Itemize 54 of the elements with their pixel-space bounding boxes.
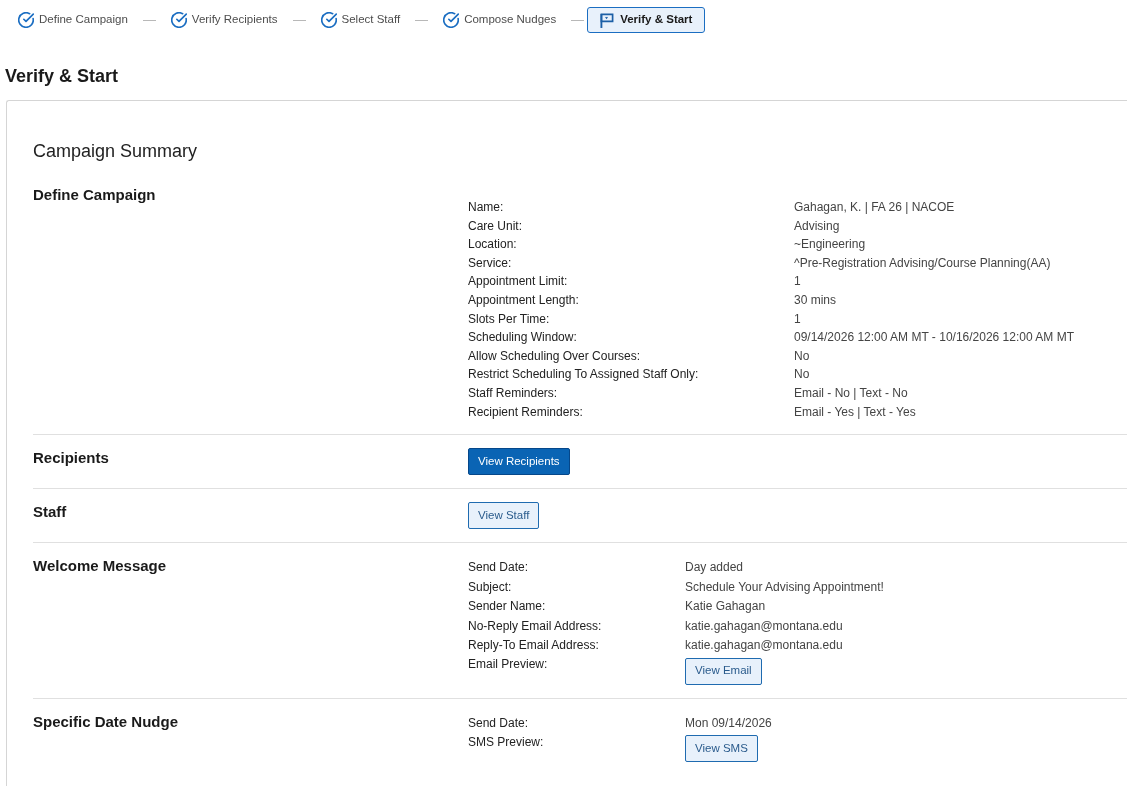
field-value: Email - Yes | Text - Yes	[794, 403, 916, 421]
wizard-step[interactable]: Verify Recipients	[158, 7, 290, 33]
section-title: Welcome Message	[33, 556, 168, 577]
wizard-step[interactable]: Define Campaign	[6, 7, 140, 33]
page-title: Verify & Start	[5, 65, 120, 88]
field-value: 09/14/2026 12:00 AM MT - 10/16/2026 12:00 AM MT	[794, 329, 1074, 347]
field-label: Recipient Reminders:	[468, 403, 584, 421]
view-button[interactable]: View Recipients	[468, 448, 570, 476]
field-label: Location:	[468, 236, 518, 254]
field-label: Staff Reminders:	[468, 384, 559, 402]
field-label: Name:	[468, 199, 505, 216]
field-label: Subject:	[468, 578, 513, 596]
view-button[interactable]: View Email	[685, 657, 762, 685]
field-value: katie.gahagan@montana.edu	[685, 617, 843, 635]
field-value: ^Pre-Registration Advising/Course Planning(AA)	[794, 254, 1051, 272]
field-value: Mon 09/14/2026	[685, 714, 772, 732]
field-label: Reply-To Email Address:	[468, 637, 600, 654]
field-label: Slots Per Time:	[468, 310, 551, 328]
view-button[interactable]: View SMS	[685, 735, 758, 763]
field-value: Day added	[685, 559, 744, 577]
field-label: No-Reply Email Address:	[468, 617, 603, 635]
section-title: Specific Date Nudge	[33, 711, 180, 732]
field-value: Email - No | Text - No	[794, 384, 908, 402]
field-label: Sender Name:	[468, 598, 547, 616]
field-label: Care Unit:	[468, 217, 524, 235]
field-value: Schedule Your Advising Appointment!	[685, 578, 884, 596]
field-value: katie.gahagan@montana.edu	[685, 637, 843, 654]
field-value: No	[794, 366, 810, 384]
field-value: Gahagan, K. | FA 26 | NACOE	[794, 199, 955, 216]
field-label: Appointment Limit:	[468, 273, 569, 291]
card-title: Campaign Summary	[33, 140, 199, 163]
wizard-step[interactable]: Compose Nudges	[431, 7, 569, 33]
field-label: Service:	[468, 254, 513, 272]
field-value: 1	[794, 273, 801, 291]
section-title: Recipients	[33, 448, 110, 469]
section-title: Staff	[33, 502, 68, 523]
section-title: Define Campaign	[33, 185, 157, 205]
field-label: Restrict Scheduling To Assigned Staff Only:	[468, 366, 700, 384]
field-label: Appointment Length:	[468, 291, 580, 309]
wizard-step[interactable]: Select Staff	[308, 7, 413, 33]
field-value: 30 mins	[794, 291, 837, 309]
field-label: Scheduling Window:	[468, 329, 578, 347]
view-button[interactable]: View Staff	[468, 502, 540, 530]
wizard-step[interactable]: Verify & Start	[587, 7, 706, 33]
field-label: SMS Preview:	[468, 733, 545, 751]
field-label: Send Date:	[468, 714, 530, 732]
field-value: ~Engineering	[794, 236, 866, 254]
field-label: Allow Scheduling Over Courses:	[468, 347, 642, 365]
field-label: Email Preview:	[468, 656, 549, 674]
field-label: Send Date:	[468, 559, 530, 577]
field-value: Advising	[794, 217, 840, 235]
field-value: No	[794, 347, 810, 365]
field-value: Katie Gahagan	[685, 598, 766, 616]
field-value: 1	[794, 310, 801, 328]
